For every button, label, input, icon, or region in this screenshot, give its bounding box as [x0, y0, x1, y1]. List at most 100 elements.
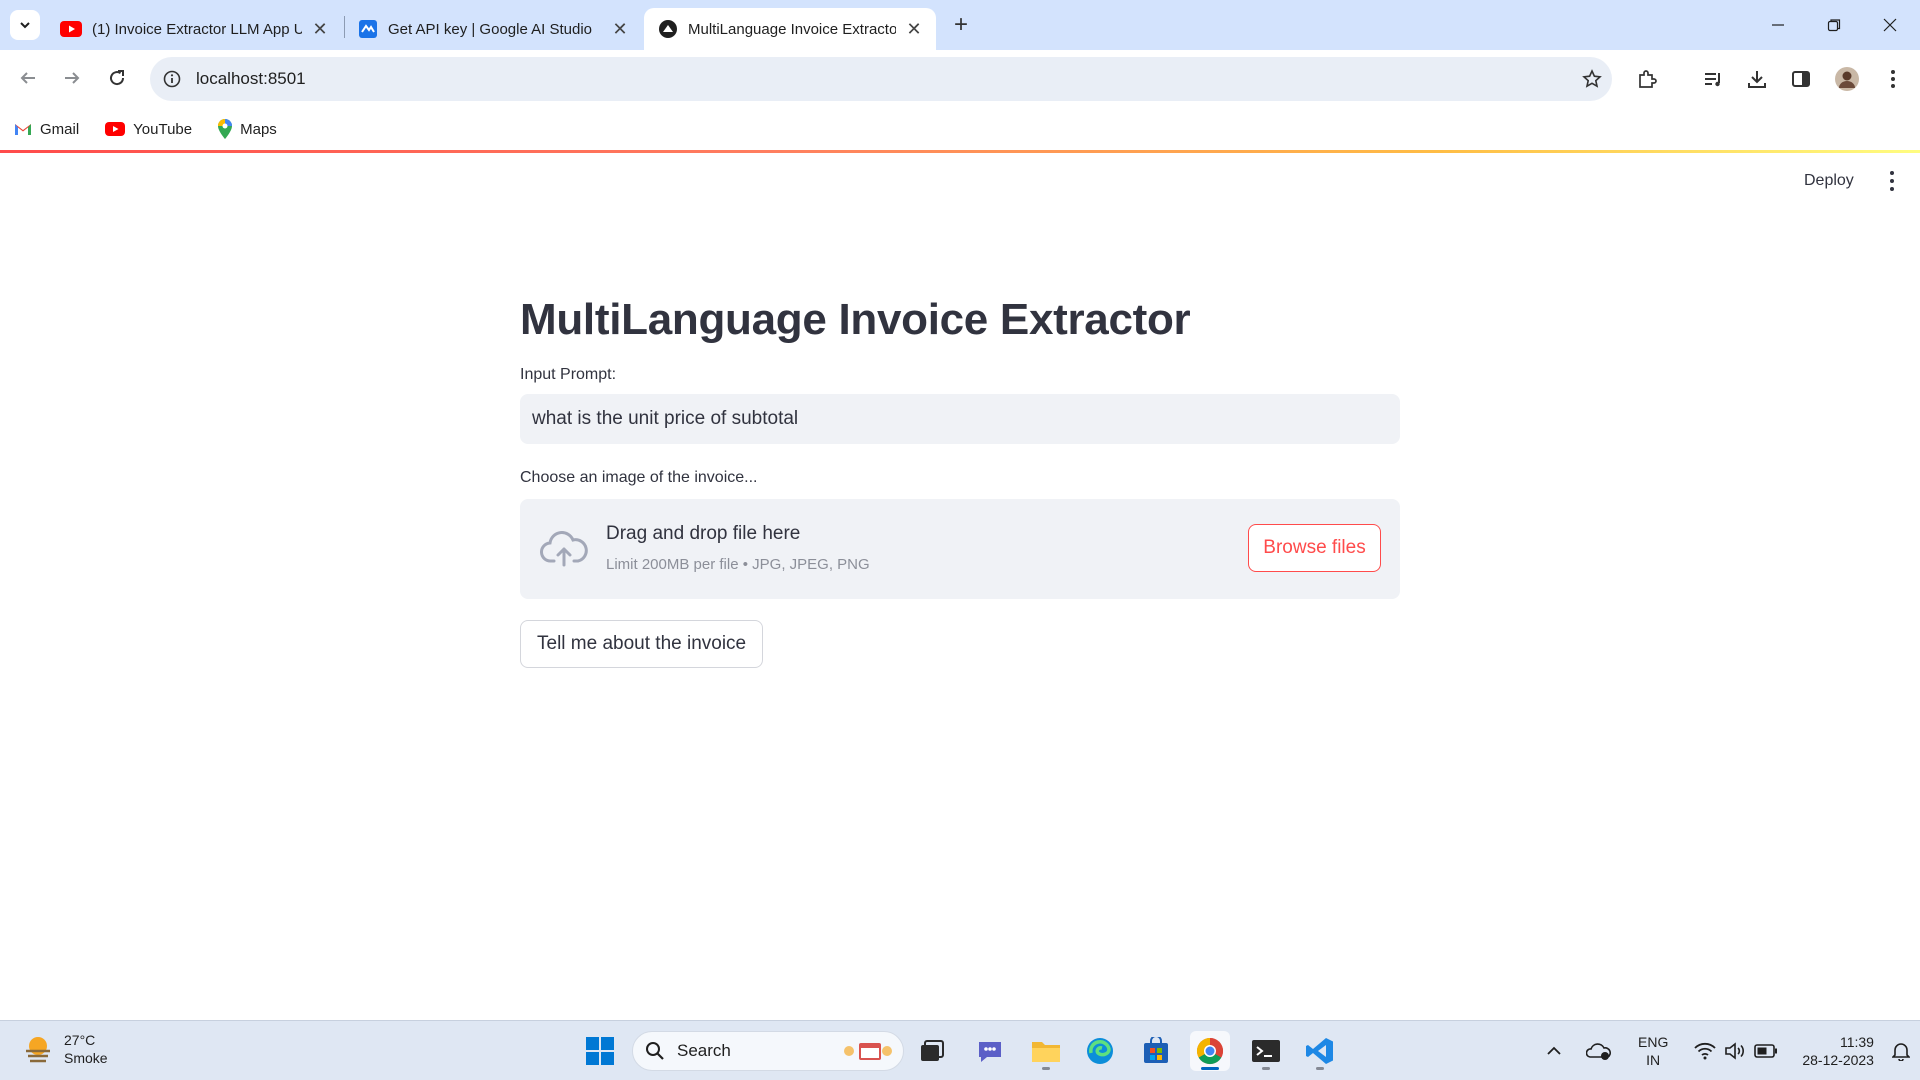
- input-prompt-label: Input Prompt:: [520, 366, 617, 383]
- arrow-right-icon: [65, 72, 80, 84]
- language-indicator[interactable]: ENG IN: [1638, 1033, 1668, 1069]
- page-title: MultiLanguage Invoice Extractor: [520, 295, 1191, 344]
- edge-button[interactable]: [1080, 1031, 1120, 1071]
- url-text[interactable]: localhost:8501: [196, 69, 1572, 89]
- tab-label: (1) Invoice Extractor LLM App U: [92, 20, 302, 38]
- search-highlight-icon: [844, 1043, 892, 1060]
- minimize-icon: [1772, 24, 1784, 26]
- tab-multilanguage-invoice-extractor[interactable]: MultiLanguage Invoice Extracto ✕: [644, 8, 936, 50]
- volume-icon[interactable]: [1724, 1042, 1746, 1060]
- tab-search-button[interactable]: [10, 10, 40, 40]
- chevron-down-icon: [20, 22, 30, 29]
- bookmark-label: YouTube: [133, 120, 193, 138]
- bookmark-label: Gmail: [40, 120, 80, 138]
- back-button[interactable]: [12, 62, 44, 94]
- edge-icon: [1087, 1038, 1113, 1064]
- terminal-icon: [1252, 1040, 1280, 1062]
- bookmark-maps[interactable]: Maps: [218, 119, 277, 139]
- taskbar-search[interactable]: Search: [632, 1031, 904, 1071]
- browser-menu-icon[interactable]: [1878, 64, 1908, 94]
- download-icon[interactable]: [1742, 64, 1772, 94]
- file-uploader-dropzone[interactable]: Drag and drop file here Limit 200MB per …: [520, 499, 1400, 599]
- browser-tab-bar: (1) Invoice Extractor LLM App U ✕ Get AP…: [0, 0, 1920, 50]
- browse-files-button[interactable]: Browse files: [1248, 524, 1381, 572]
- site-info-icon[interactable]: [150, 70, 194, 88]
- profile-avatar[interactable]: [1832, 64, 1862, 94]
- bookmark-label: Maps: [240, 120, 277, 138]
- youtube-icon: [60, 21, 82, 37]
- teams-chat-icon: [979, 1042, 1001, 1062]
- onedrive-sync-icon[interactable]: [1586, 1041, 1612, 1061]
- bookmark-gmail[interactable]: Gmail: [14, 121, 79, 138]
- close-icon[interactable]: ✕: [904, 19, 924, 39]
- side-panel-icon[interactable]: [1786, 64, 1816, 94]
- tab-label: Get API key | Google AI Studio: [388, 20, 593, 38]
- windows-start-icon: [586, 1037, 614, 1065]
- file-explorer-button[interactable]: [1026, 1031, 1066, 1071]
- chevron-up-icon[interactable]: [1546, 1043, 1562, 1059]
- youtube-icon: [105, 122, 126, 136]
- system-tray: ENG IN 11:39 28-12-2023: [1546, 1021, 1910, 1080]
- tell-me-about-invoice-button[interactable]: Tell me about the invoice: [520, 620, 764, 668]
- file-explorer-icon: [1032, 1042, 1060, 1062]
- streamlit-icon: [659, 20, 677, 38]
- teams-chat-button[interactable]: [970, 1031, 1010, 1071]
- restore-button[interactable]: [1814, 10, 1854, 40]
- battery-icon[interactable]: [1754, 1044, 1778, 1058]
- close-icon: [1883, 18, 1897, 32]
- minimize-button[interactable]: [1758, 10, 1798, 40]
- arrow-left-icon: [20, 72, 35, 84]
- weather-temp: 27°C: [64, 1032, 96, 1048]
- clock-time: 11:39: [1839, 1034, 1874, 1050]
- address-bar[interactable]: localhost:8501: [150, 57, 1612, 101]
- tab-invoice-extractor-youtube[interactable]: (1) Invoice Extractor LLM App U ✕: [46, 8, 342, 50]
- new-tab-button[interactable]: +: [948, 11, 974, 38]
- chrome-button[interactable]: [1190, 1031, 1230, 1071]
- language-line2: IN: [1646, 1052, 1661, 1068]
- app-menu-icon[interactable]: [1880, 168, 1904, 194]
- terminal-button[interactable]: [1246, 1031, 1286, 1071]
- chrome-icon: [1196, 1037, 1224, 1065]
- vscode-button[interactable]: [1300, 1031, 1340, 1071]
- drag-drop-text: Drag and drop file here: [606, 523, 801, 544]
- streamlit-top-decoration: [0, 150, 1920, 153]
- task-view-button[interactable]: [912, 1031, 952, 1071]
- cloud-upload-icon: [540, 531, 588, 567]
- reload-button[interactable]: [101, 62, 133, 94]
- tab-google-ai-studio[interactable]: Get API key | Google AI Studio ✕: [344, 8, 642, 50]
- close-icon[interactable]: ✕: [610, 19, 630, 39]
- store-icon: [1144, 1037, 1168, 1063]
- store-button[interactable]: [1136, 1031, 1176, 1071]
- close-icon[interactable]: ✕: [310, 19, 330, 39]
- windows-taskbar: 27°C Smoke Search ENG IN 11:39 28-12-202…: [0, 1020, 1920, 1080]
- extensions-icon[interactable]: [1632, 64, 1662, 94]
- main-content: MultiLanguage Invoice Extractor Input Pr…: [520, 280, 1400, 668]
- bookmarks-bar: Gmail YouTube Maps: [0, 108, 1920, 150]
- deploy-button[interactable]: Deploy: [1796, 168, 1862, 194]
- maps-icon: [218, 119, 233, 139]
- haze-sun-icon: [26, 1037, 50, 1063]
- close-window-button[interactable]: [1870, 10, 1910, 40]
- start-button[interactable]: [580, 1031, 620, 1071]
- vscode-icon: [1306, 1038, 1333, 1064]
- gmail-icon: [14, 122, 32, 136]
- weather-widget[interactable]: 27°C Smoke: [22, 1031, 108, 1067]
- reload-icon: [110, 70, 125, 86]
- notification-bell-icon[interactable]: [1891, 1041, 1910, 1061]
- search-icon: [646, 1042, 664, 1060]
- browser-toolbar: localhost:8501: [0, 50, 1920, 108]
- bookmark-star-icon[interactable]: [1572, 69, 1612, 89]
- restore-icon: [1827, 19, 1841, 32]
- ai-studio-icon: [359, 20, 377, 38]
- uploader-label: Choose an image of the invoice...: [520, 469, 758, 486]
- input-prompt-field[interactable]: what is the unit price of subtotal: [520, 394, 1400, 444]
- clock-date: 28-12-2023: [1802, 1052, 1874, 1068]
- search-label: Search: [677, 1041, 731, 1060]
- media-control-icon[interactable]: [1698, 64, 1728, 94]
- forward-button[interactable]: [56, 62, 88, 94]
- wifi-icon[interactable]: [1694, 1042, 1716, 1060]
- upload-limit-text: Limit 200MB per file • JPG, JPEG, PNG: [606, 556, 870, 573]
- tab-label: MultiLanguage Invoice Extracto: [688, 20, 896, 38]
- bookmark-youtube[interactable]: YouTube: [105, 121, 192, 138]
- clock[interactable]: 11:39 28-12-2023: [1802, 1033, 1874, 1069]
